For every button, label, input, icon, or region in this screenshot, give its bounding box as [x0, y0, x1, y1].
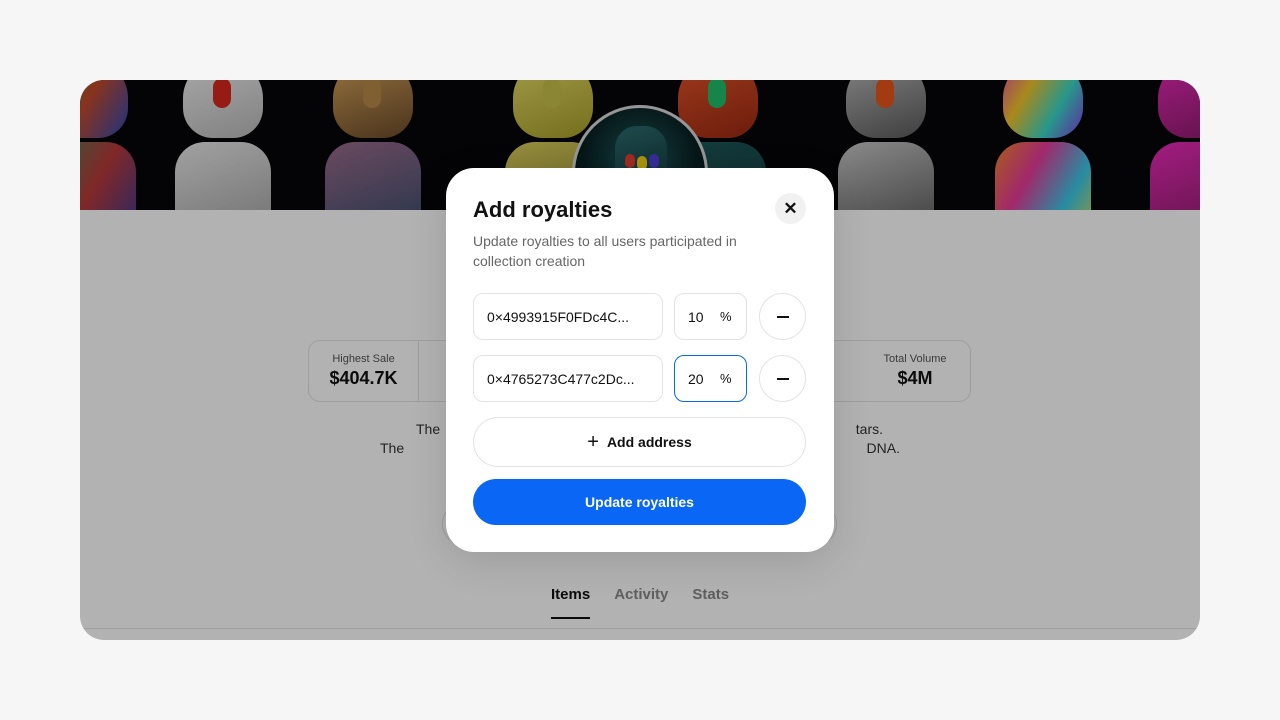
close-button[interactable]: ✕	[775, 193, 806, 224]
close-icon: ✕	[783, 198, 798, 218]
percent-value: 10	[688, 308, 704, 325]
address-field[interactable]: 0×4993915F0FDc4C...	[473, 293, 663, 340]
address-field[interactable]: 0×4765273C477c2Dc...	[473, 355, 663, 402]
add-address-label: Add address	[606, 434, 692, 450]
add-address-button[interactable]: + Add address	[473, 417, 806, 467]
minus-icon	[776, 315, 789, 318]
percent-unit: %	[720, 309, 732, 324]
add-royalties-modal: Add royalties ✕ Update royalties to all …	[446, 168, 834, 552]
remove-row-button[interactable]	[759, 355, 806, 402]
remove-row-button[interactable]	[759, 293, 806, 340]
modal-title: Add royalties	[473, 197, 613, 222]
minus-icon	[776, 377, 789, 380]
percent-field[interactable]: 20 %	[674, 355, 747, 402]
plus-icon: +	[587, 431, 599, 453]
modal-subtitle: Update royalties to all users participat…	[473, 233, 737, 269]
update-royalties-button[interactable]: Update royalties	[473, 479, 806, 525]
percent-unit: %	[720, 371, 732, 386]
percent-field[interactable]: 10 %	[674, 293, 747, 340]
royalty-row: 0×4765273C477c2Dc... 20 %	[473, 355, 806, 402]
percent-value: 20	[688, 370, 704, 387]
royalty-row: 0×4993915F0FDc4C... 10 %	[473, 293, 806, 340]
